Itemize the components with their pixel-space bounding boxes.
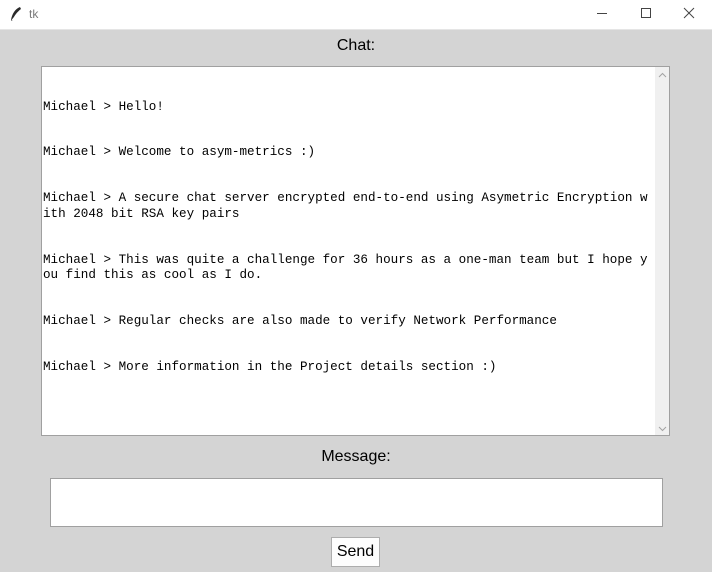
chat-message: Michael > A secure chat server encrypted… xyxy=(43,191,648,221)
chat-scrollbar[interactable] xyxy=(655,67,669,435)
feather-icon xyxy=(9,6,23,22)
send-button[interactable]: Send xyxy=(331,537,380,567)
chat-label: Chat: xyxy=(336,37,376,54)
scroll-up-button[interactable] xyxy=(655,67,669,81)
chat-message: Michael > Regular checks are also made t… xyxy=(43,313,557,328)
chevron-down-icon xyxy=(658,419,667,437)
chat-message: Michael > More information in the Projec… xyxy=(43,359,497,374)
window-title: tk xyxy=(29,7,39,21)
chat-message: Michael > Hello! xyxy=(43,99,164,114)
minimize-button[interactable] xyxy=(580,0,624,29)
scroll-down-button[interactable] xyxy=(655,421,669,435)
chat-message: Michael > This was quite a challenge for… xyxy=(43,252,648,282)
close-icon xyxy=(683,6,695,24)
close-button[interactable] xyxy=(667,0,711,29)
message-label: Message: xyxy=(321,448,391,465)
maximize-icon xyxy=(640,6,652,24)
maximize-button[interactable] xyxy=(624,0,668,29)
chat-log[interactable]: Michael > Hello! Michael > Welcome to as… xyxy=(41,66,670,436)
app-window: tk Chat: Michael > Hello! Michael > Welc… xyxy=(0,0,712,573)
minimize-icon xyxy=(596,6,608,24)
title-bar[interactable]: tk xyxy=(0,0,712,30)
chat-messages[interactable]: Michael > Hello! Michael > Welcome to as… xyxy=(43,69,655,433)
chat-message: Michael > Welcome to asym-metrics :) xyxy=(43,145,316,160)
message-input[interactable] xyxy=(50,478,663,527)
chevron-up-icon xyxy=(658,65,667,83)
